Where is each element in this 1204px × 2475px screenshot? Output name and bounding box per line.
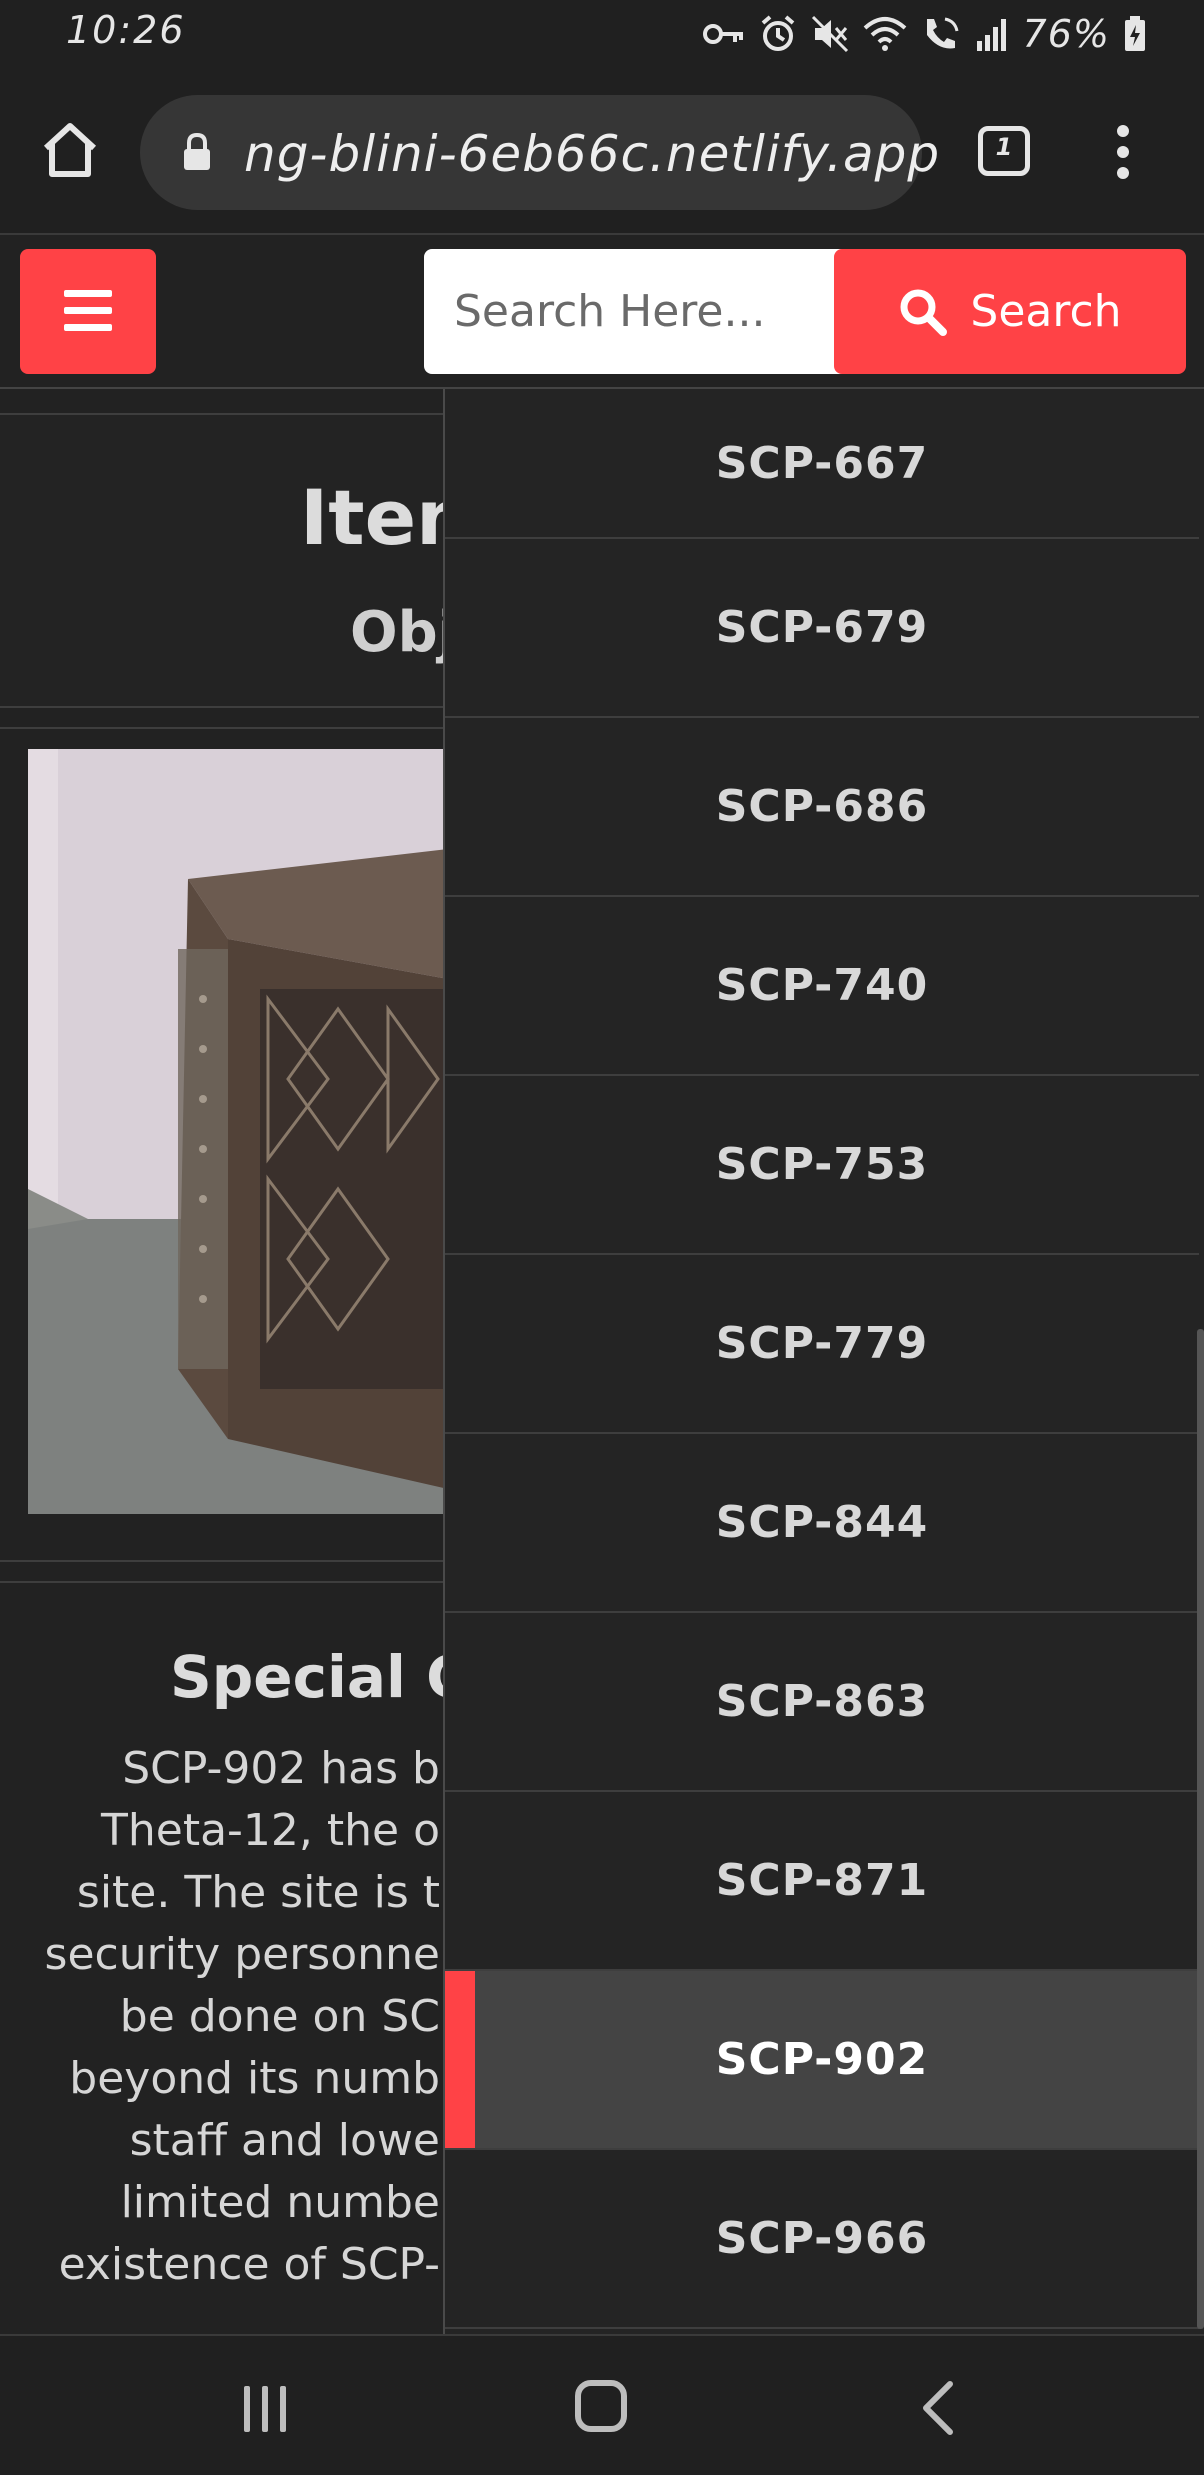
recents-icon-bar	[244, 2386, 250, 2432]
menu-dot	[1117, 125, 1129, 137]
scp-item-image	[28, 749, 448, 1514]
browser-menu-button[interactable]	[1108, 125, 1138, 185]
battery-percentage: 76%	[1022, 12, 1110, 56]
sidebar-item-scp-679[interactable]: SCP-679	[445, 539, 1199, 718]
containment-text: SCP-902 has b Theta-12, the o site. The …	[0, 1743, 440, 2301]
containment-line: site. The site is t	[76, 1867, 440, 1918]
containment-line: staff and lowe	[129, 2115, 440, 2166]
alarm-icon	[761, 15, 794, 51]
browser-home-button[interactable]	[40, 120, 100, 180]
containment-line: Theta-12, the o	[100, 1805, 440, 1856]
sidebar-item-scp-902[interactable]: SCP-902	[445, 1971, 1199, 2150]
system-home-button[interactable]	[575, 2380, 627, 2432]
wifi-icon	[863, 17, 906, 51]
active-item-marker	[445, 1971, 475, 2148]
sidebar-item-scp-779[interactable]: SCP-779	[445, 1255, 1199, 1434]
mute-icon	[811, 15, 848, 53]
wooden-chest-image	[28, 749, 448, 1514]
sidebar-item-scp-863[interactable]: SCP-863	[445, 1613, 1199, 1792]
containment-line: beyond its numb	[69, 2053, 440, 2104]
site-header: Search	[0, 237, 1204, 389]
sidebar-item-scp-686[interactable]: SCP-686	[445, 718, 1199, 897]
sidebar-item-label: SCP-686	[715, 781, 929, 832]
sidebar-item-label: SCP-779	[715, 1318, 929, 1369]
back-icon	[923, 2381, 953, 2435]
object-class: Obj	[350, 600, 457, 665]
sidebar-item-scp-871[interactable]: SCP-871	[445, 1792, 1199, 1971]
menu-dot	[1117, 146, 1129, 158]
sidebar-item-label: SCP-863	[715, 1676, 929, 1727]
sidebar-scrollbar[interactable]	[1197, 1329, 1204, 2329]
key-icon	[702, 24, 743, 44]
search-icon	[900, 289, 948, 336]
url-text: ng-blini-6eb66c.netlify.app	[244, 125, 941, 183]
sidebar-item-label: SCP-902	[715, 2034, 929, 2085]
sidebar-item-label: SCP-871	[715, 1855, 929, 1906]
containment-line: existence of SCP-	[58, 2239, 440, 2290]
sidebar-item-scp-844[interactable]: SCP-844	[445, 1434, 1199, 1613]
lock-icon	[184, 133, 210, 170]
sidebar-item-label: SCP-740	[715, 960, 929, 1011]
sidebar-item-label: SCP-679	[715, 602, 929, 653]
search-input[interactable]	[424, 249, 842, 374]
wifi-calling-icon	[926, 17, 959, 49]
containment-line: limited numbe	[120, 2177, 440, 2228]
hamburger-icon-bar	[64, 324, 112, 331]
recents-icon-bar	[280, 2386, 286, 2432]
signal-icon	[976, 19, 1006, 51]
menu-toggle-button[interactable]	[20, 249, 156, 374]
tab-count: 1	[995, 133, 1013, 161]
containment-line: security personne	[44, 1929, 440, 1980]
system-nav-bar	[0, 2334, 1204, 2475]
status-bar: 10:26 76%	[0, 0, 1204, 75]
hamburger-icon-bar	[64, 290, 112, 297]
scp-sidebar[interactable]: SCP-667 SCP-679 SCP-686 SCP-740 SCP-753 …	[443, 389, 1204, 2334]
recents-icon-bar	[262, 2386, 268, 2432]
battery-icon	[1125, 16, 1145, 51]
sidebar-item-label: SCP-667	[715, 437, 929, 489]
browser-toolbar: ng-blini-6eb66c.netlify.app 1	[0, 75, 1204, 235]
menu-dot	[1117, 167, 1129, 179]
recents-button[interactable]	[240, 2386, 290, 2432]
sidebar-item-scp-740[interactable]: SCP-740	[445, 897, 1199, 1076]
sidebar-item-label: SCP-966	[715, 2213, 929, 2264]
search-button[interactable]: Search	[834, 249, 1186, 374]
address-bar[interactable]: ng-blini-6eb66c.netlify.app	[140, 95, 939, 210]
containment-line: be done on SC	[119, 1991, 440, 2042]
home-icon	[43, 123, 97, 177]
sidebar-item-label: SCP-844	[715, 1497, 929, 1548]
hamburger-icon-bar	[64, 307, 112, 314]
status-time: 10:26	[66, 8, 186, 52]
search-button-label: Search	[970, 286, 1122, 337]
tab-switcher-button[interactable]: 1	[978, 126, 1030, 176]
back-button[interactable]	[918, 2380, 958, 2440]
sidebar-item-scp-966[interactable]: SCP-966	[445, 2150, 1199, 2329]
sidebar-item-label: SCP-753	[715, 1139, 929, 1190]
sidebar-item-scp-753[interactable]: SCP-753	[445, 1076, 1199, 1255]
containment-line: SCP-902 has b	[122, 1743, 440, 1794]
status-icons: 76%	[702, 12, 1146, 56]
sidebar-item-scp-667[interactable]: SCP-667	[445, 389, 1199, 539]
